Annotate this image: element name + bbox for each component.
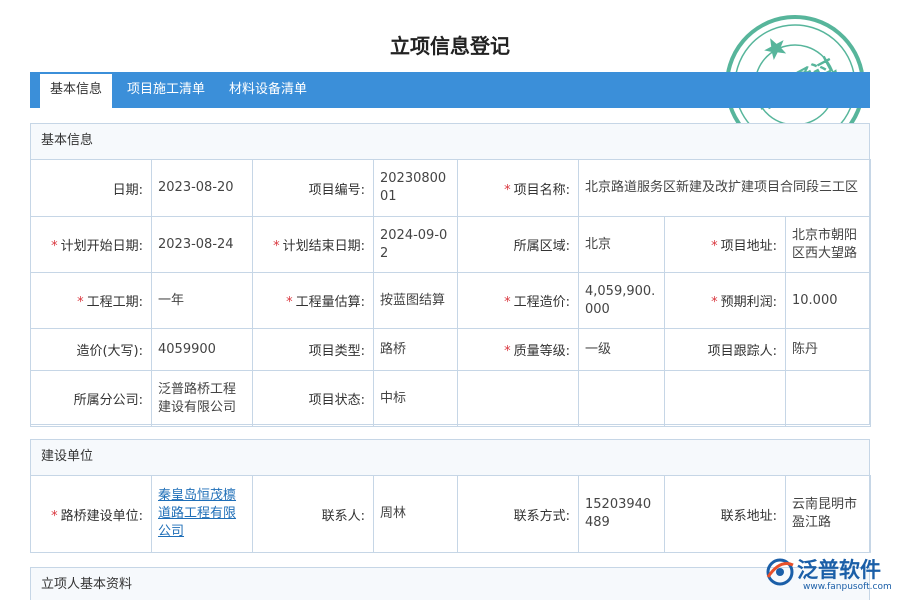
project-address-value: 北京市朝阳区西大望路 <box>786 217 871 273</box>
cost-value: 4,059,900.000 <box>579 273 665 329</box>
required-mark: * <box>711 239 718 254</box>
builder-unit-link[interactable]: 秦皇岛恒茂檩道路工程有限公司 <box>158 488 236 539</box>
status-label: 项目状态: <box>253 371 374 427</box>
phone-label: 联系方式: <box>458 476 579 553</box>
cost-upper-label: 造价(大写): <box>31 329 152 371</box>
project-type-value: 路桥 <box>374 329 458 371</box>
tab-basic-info[interactable]: 基本信息 <box>40 74 112 108</box>
project-code-label: 项目编号: <box>253 160 374 217</box>
applicant-section: 立项人基本资料 <box>30 567 870 600</box>
duration-label: 工程工期: <box>87 295 143 310</box>
project-type-label: 项目类型: <box>253 329 374 371</box>
required-mark: * <box>273 239 280 254</box>
quality-label: 质量等级: <box>514 344 570 359</box>
required-mark: * <box>77 295 84 310</box>
logo-text: 泛普软件 <box>797 554 881 584</box>
tab-material-list[interactable]: 材料设备清单 <box>219 74 317 108</box>
logo-icon <box>765 557 795 587</box>
required-mark: * <box>286 295 293 310</box>
required-mark: * <box>711 295 718 310</box>
profit-label: 预期利润: <box>721 295 777 310</box>
plan-start-label: 计划开始日期: <box>61 239 143 254</box>
tracker-label: 项目跟踪人: <box>665 329 786 371</box>
profit-value: 10.000 <box>786 273 871 329</box>
builder-table: *路桥建设单位: 秦皇岛恒茂檩道路工程有限公司 联系人: 周林 联系方式: 15… <box>30 475 871 553</box>
basic-info-section: 基本信息 日期: 2023-08-20 项目编号: 2023080001 *项目… <box>30 123 870 425</box>
contact-label: 联系人: <box>253 476 374 553</box>
plan-start-value: 2023-08-24 <box>152 217 253 273</box>
quality-value: 一级 <box>579 329 665 371</box>
project-code-value: 2023080001 <box>374 160 458 217</box>
logo-url: www.fanpusoft.com <box>803 582 892 592</box>
required-mark: * <box>51 239 58 254</box>
plan-end-label: 计划结束日期: <box>283 239 365 254</box>
required-mark: * <box>504 295 511 310</box>
duration-value: 一年 <box>152 273 253 329</box>
empty-cell <box>665 371 786 427</box>
tab-bar: 基本信息 项目施工清单 材料设备清单 <box>30 72 870 108</box>
project-address-label: 项目地址: <box>721 239 777 254</box>
required-mark: * <box>51 509 58 524</box>
cost-label: 工程造价: <box>514 295 570 310</box>
empty-cell <box>786 371 871 427</box>
date-value: 2023-08-20 <box>152 160 253 217</box>
brand-logo: 泛普软件 www.fanpusoft.com <box>765 553 895 595</box>
required-mark: * <box>504 183 511 198</box>
region-value: 北京 <box>579 217 665 273</box>
contact-value: 周林 <box>374 476 458 553</box>
empty-cell <box>458 371 579 427</box>
tracker-value: 陈丹 <box>786 329 871 371</box>
builder-unit-label: 路桥建设单位: <box>61 509 143 524</box>
project-name-label: 项目名称: <box>514 183 570 198</box>
phone-value: 15203940489 <box>579 476 665 553</box>
estimate-value: 按蓝图结算 <box>374 273 458 329</box>
plan-end-value: 2024-09-02 <box>374 217 458 273</box>
estimate-label: 工程量估算: <box>296 295 365 310</box>
branch-label: 所属分公司: <box>31 371 152 427</box>
date-label: 日期: <box>31 160 152 217</box>
contact-address-label: 联系地址: <box>665 476 786 553</box>
builder-section: 建设单位 *路桥建设单位: 秦皇岛恒茂檩道路工程有限公司 联系人: 周林 联系方… <box>30 439 870 553</box>
section-header: 基本信息 <box>31 124 869 160</box>
region-label: 所属区域: <box>458 217 579 273</box>
section-header: 立项人基本资料 <box>31 568 869 600</box>
basic-info-table: 日期: 2023-08-20 项目编号: 2023080001 *项目名称: 北… <box>30 159 871 427</box>
branch-value: 泛普路桥工程建设有限公司 <box>152 371 253 427</box>
tab-construction-list[interactable]: 项目施工清单 <box>117 74 215 108</box>
empty-cell <box>579 371 665 427</box>
section-header: 建设单位 <box>31 440 869 476</box>
contact-address-value: 云南昆明市盈江路 <box>786 476 871 553</box>
status-value: 中标 <box>374 371 458 427</box>
project-name-value: 北京路道服务区新建及改扩建项目合同段三工区 <box>579 160 871 217</box>
required-mark: * <box>504 344 511 359</box>
cost-upper-value: 4059900 <box>152 329 253 371</box>
